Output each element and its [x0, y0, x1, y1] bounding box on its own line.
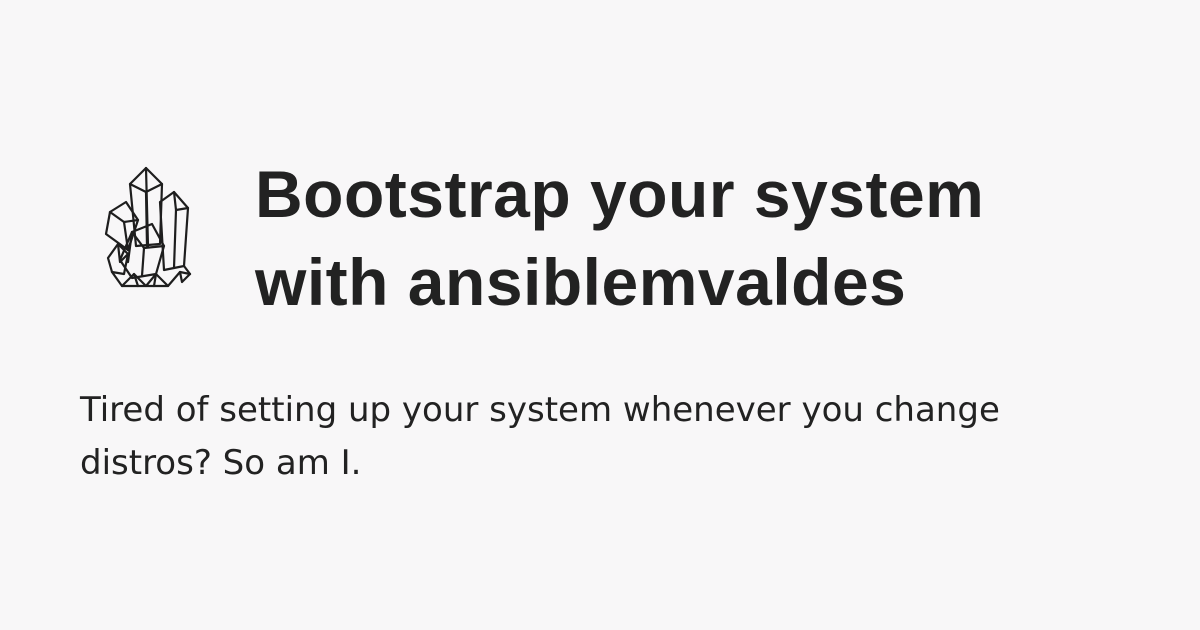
- description-line-2: distros? So am I.: [80, 443, 362, 483]
- title-line-2: with ansiblemvaldes: [255, 245, 907, 319]
- page-title: Bootstrap your system with ansiblemvalde…: [255, 150, 1155, 326]
- crystal-icon: [98, 162, 194, 290]
- description-line-1: Tired of setting up your system whenever…: [80, 390, 1000, 430]
- description: Tired of setting up your system whenever…: [80, 384, 1120, 490]
- social-card: Bootstrap your system with ansiblemvalde…: [0, 0, 1200, 630]
- title-line-1: Bootstrap your system: [255, 157, 985, 231]
